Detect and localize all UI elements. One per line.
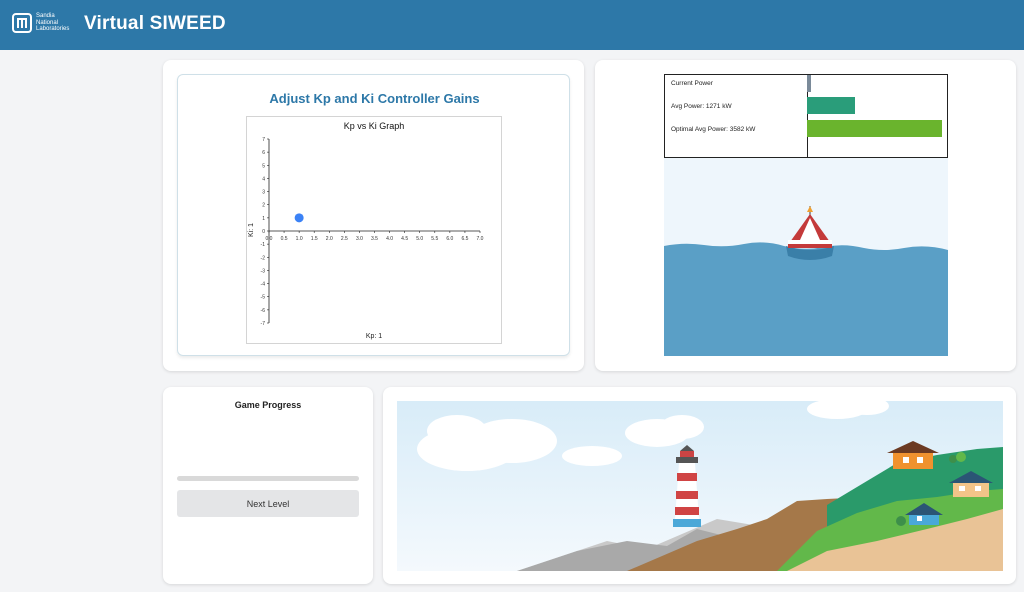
y-tick-label: -7 — [261, 321, 266, 327]
current-power-label: Current Power — [671, 80, 713, 87]
progress-card: Game Progress Next Level — [163, 387, 373, 584]
x-tick-label: 1.0 — [296, 236, 303, 242]
coastal-landscape — [397, 401, 1003, 571]
y-tick-label: 6 — [262, 150, 265, 156]
power-meter: Current Power Avg Power: 1271 kW Optimal… — [664, 74, 948, 159]
avg-power-label: Avg Power: 1271 kW — [671, 103, 732, 110]
x-tick-label: 0.5 — [281, 236, 288, 242]
x-tick-label: 5.0 — [416, 236, 423, 242]
x-tick-label: 6.5 — [461, 236, 468, 242]
app-title: Virtual SIWEED — [84, 13, 226, 34]
y-tick-label: 2 — [262, 203, 265, 209]
x-tick-label: 3.5 — [371, 236, 378, 242]
y-tick-label: -3 — [261, 268, 266, 274]
y-tick-label: 4 — [262, 176, 265, 182]
y-tick-label: -1 — [261, 242, 266, 248]
kp-ki-graph[interactable]: Kp vs Ki Graph Kp: 1 Ki: 1 0.0 0.5 1.0 1.5 2… — [246, 116, 502, 344]
y-tick-label: -2 — [261, 255, 266, 261]
next-level-button[interactable]: Next Level — [177, 490, 359, 517]
logo-text: Sandia National Laboratories — [36, 13, 69, 33]
gains-panel: Adjust Kp and Ki Controller Gains Kp vs … — [177, 74, 570, 356]
ocean-illustration — [664, 158, 948, 356]
y-tick-label: 0 — [262, 229, 265, 235]
landscape-card — [383, 387, 1016, 584]
x-tick-label: 0.0 — [266, 236, 273, 242]
ocean-scene — [664, 158, 948, 356]
kp-ki-graph-svg[interactable]: Kp vs Ki Graph Kp: 1 Ki: 1 0.0 0.5 1.0 1.5 2… — [247, 117, 501, 343]
x-axis-label: Kp: 1 — [366, 333, 382, 340]
gains-card: Adjust Kp and Ki Controller Gains Kp vs … — [163, 60, 584, 371]
optimal-power-label: Optimal Avg Power: 3582 kW — [671, 126, 756, 133]
optimal-power-bar — [807, 120, 942, 137]
x-tick-label: 1.5 — [311, 236, 318, 242]
y-tick-label: 1 — [262, 216, 265, 222]
y-tick-label: 7 — [262, 137, 265, 143]
chart-title: Kp vs Ki Graph — [344, 121, 405, 131]
y-axis-label: Ki: 1 — [248, 223, 255, 237]
y-tick-label: -6 — [261, 308, 266, 314]
coastal-illustration — [397, 401, 1003, 571]
gain-point[interactable] — [294, 213, 304, 223]
x-tick-label: 4.0 — [386, 236, 393, 242]
sandia-thunderbird-icon — [12, 13, 32, 33]
x-tick-label: 2.5 — [341, 236, 348, 242]
avg-power-bar — [807, 97, 855, 114]
x-tick-label: 7.0 — [477, 236, 484, 242]
progress-title: Game Progress — [234, 400, 302, 410]
y-tick-label: -5 — [261, 295, 266, 301]
gains-title: Adjust Kp and Ki Controller Gains — [269, 91, 480, 106]
logo-line-3: Laboratories — [36, 26, 70, 33]
power-card: Current Power Avg Power: 1271 kW Optimal… — [595, 60, 1016, 371]
x-tick-label: 6.0 — [446, 236, 453, 242]
x-tick-label: 5.5 — [431, 236, 438, 242]
current-power-bar — [807, 75, 811, 92]
y-tick-label: 3 — [262, 190, 265, 196]
y-tick-label: 5 — [262, 163, 265, 169]
sandia-logo: Sandia National Laboratories — [12, 13, 69, 33]
progress-bar — [177, 476, 359, 481]
x-tick-label: 4.5 — [401, 236, 408, 242]
x-tick-label: 2.0 — [326, 236, 333, 242]
app-header: Sandia National Laboratories Virtual SIW… — [0, 0, 1024, 50]
x-tick-label: 3.0 — [356, 236, 363, 242]
y-tick-label: -4 — [261, 282, 266, 288]
